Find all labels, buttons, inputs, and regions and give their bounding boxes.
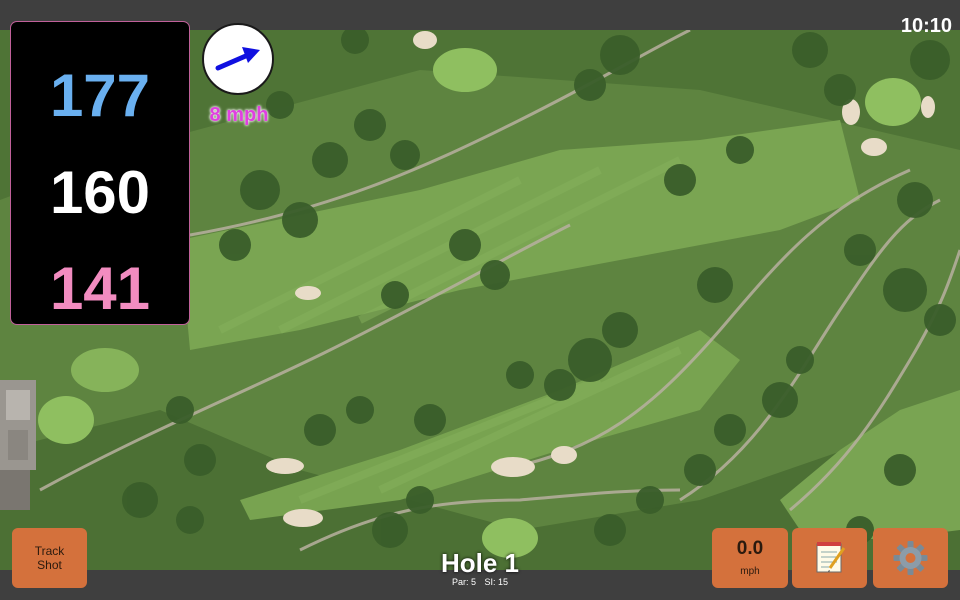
- wind-indicator: [202, 23, 274, 95]
- notes-button[interactable]: [792, 528, 867, 588]
- distance-panel: 177 160 141: [11, 22, 189, 324]
- wind-speed: 8 mph: [209, 104, 269, 126]
- track-shot-button[interactable]: Track Shot: [12, 528, 87, 588]
- speed-value: 0.0: [736, 538, 764, 559]
- status-time: 10:10: [900, 15, 952, 37]
- hole-info: Par: 5 SI: 15: [380, 577, 580, 587]
- distance-middle: 160: [49, 159, 151, 226]
- notepad-icon: [816, 542, 846, 573]
- distance-front: 141: [49, 255, 151, 322]
- speed-unit: mph: [740, 566, 760, 577]
- speed-button[interactable]: 0.0 mph: [712, 528, 788, 588]
- hole-title: Hole 1: [440, 548, 520, 578]
- hole-par: Par: 5: [451, 577, 476, 587]
- distance-back: 177: [49, 62, 151, 129]
- track-shot-label-line2: Shot: [37, 558, 62, 572]
- hole-stroke-index: SI: 15: [484, 577, 509, 587]
- track-shot-label-line1: Track: [34, 544, 65, 558]
- golf-gps-screen: 10:10 177 160 141 8 mph Track Shot Hole …: [0, 0, 960, 600]
- gear-icon: [893, 541, 928, 575]
- wind-arrow-icon: [215, 47, 260, 71]
- settings-button[interactable]: [873, 528, 948, 588]
